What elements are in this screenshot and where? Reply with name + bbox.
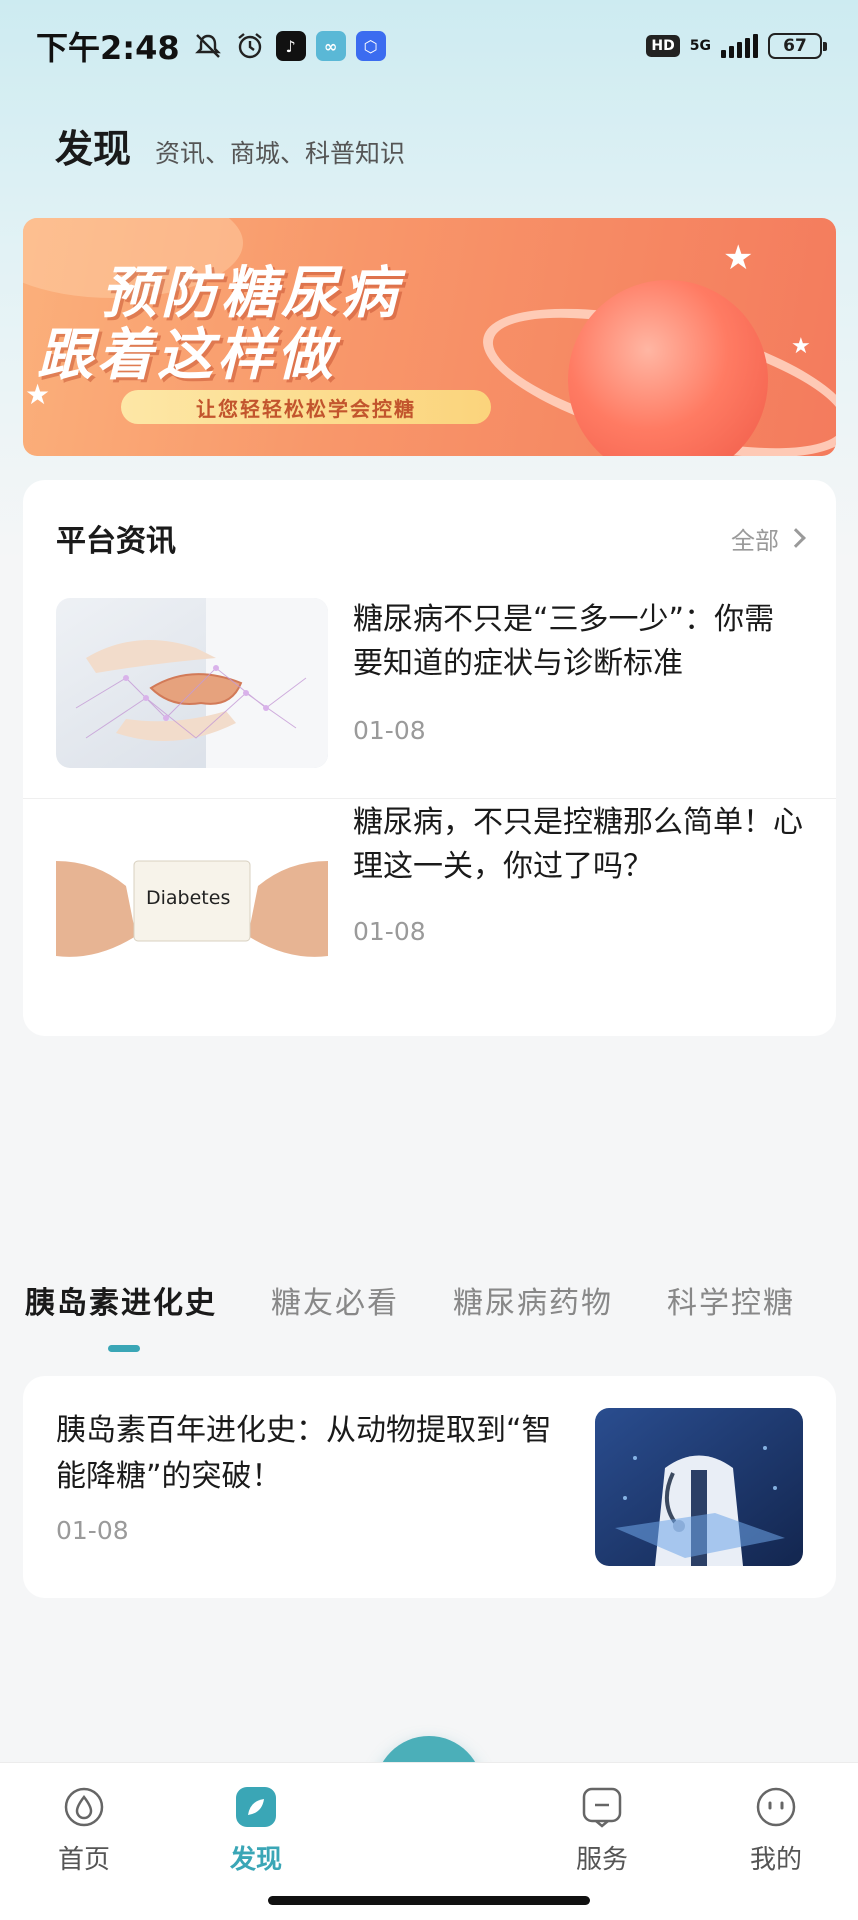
article-thumbnail [595, 1408, 803, 1566]
news-item-title: 糖尿病不只是“三多一少”：你需要知道的症状与诊断标准 [353, 602, 775, 681]
nav-discover[interactable]: 发现 [196, 1785, 316, 1876]
news-thumbnail [56, 598, 328, 768]
star-icon: ★ [791, 334, 811, 359]
article-card[interactable]: 胰岛素百年进化史：从动物提取到“智能降糖”的突破！ 01-08 [23, 1376, 836, 1598]
discover-icon [234, 1785, 278, 1829]
promo-banner[interactable]: ★ ★ ★ 预防糖尿病 跟着这样做 让您轻轻松松学会控糖 [23, 218, 836, 456]
news-item-date: 01-08 [353, 917, 426, 946]
home-indicator [268, 1896, 590, 1905]
nav-discover-label: 发现 [229, 1845, 282, 1875]
star-icon: ★ [723, 238, 754, 278]
tab-insulin-history[interactable]: 胰岛素进化史 [25, 1278, 217, 1322]
signal-icon [721, 34, 758, 58]
nav-service-label: 服务 [575, 1845, 628, 1875]
nav-profile[interactable]: 我的 [716, 1785, 836, 1876]
news-section-title: 平台资讯 [56, 524, 176, 559]
news-list-item[interactable]: Diabetes 糖尿病，不只是控糖那么简单！心理这一关，你过了吗？ 01-08 [23, 798, 836, 1008]
category-tabs: 胰岛素进化史 糖友必看 糖尿病药物 科学控糖 [25, 1278, 858, 1322]
alarm-icon [234, 30, 266, 62]
banner-tagline: 让您轻轻松松学会控糖 [121, 390, 491, 424]
nav-profile-label: 我的 [749, 1845, 802, 1875]
planet-decoration [568, 280, 768, 456]
status-time: 下午2:48 [36, 29, 180, 67]
page-header: 发现 资讯、商城、科普知识 [55, 118, 405, 173]
battery-level: 67 [783, 36, 807, 56]
home-icon [62, 1785, 106, 1829]
news-item-date: 01-08 [353, 716, 426, 745]
active-tab-indicator [108, 1345, 140, 1352]
mute-bell-icon [192, 30, 224, 62]
service-icon [580, 1785, 624, 1829]
page-subtitle: 资讯、商城、科普知识 [155, 139, 406, 168]
nav-service[interactable]: 服务 [542, 1785, 662, 1876]
news-item-title: 糖尿病，不只是控糖那么简单！心理这一关，你过了吗？ [353, 805, 803, 884]
nav-home[interactable]: 首页 [24, 1785, 144, 1876]
news-thumbnail: Diabetes [56, 821, 328, 991]
network-label: 5G [689, 38, 711, 54]
tab-sugar-control[interactable]: 科学控糖 [667, 1278, 795, 1322]
news-header: 平台资讯 全部 [56, 516, 806, 560]
view-all-link[interactable]: 全部 [731, 521, 806, 556]
article-date: 01-08 [56, 1516, 129, 1545]
status-bar: 下午2:48 ♪ ∞ ⬡ HD 5G 67 [0, 0, 858, 92]
page-title: 发现 [55, 127, 132, 171]
tiktok-icon: ♪ [275, 31, 306, 61]
tab-must-read[interactable]: 糖友必看 [271, 1278, 399, 1322]
chevron-right-icon [786, 528, 806, 548]
view-all-label: 全部 [731, 526, 779, 555]
news-list-item[interactable]: 糖尿病不只是“三多一少”：你需要知道的症状与诊断标准 01-08 [23, 598, 836, 808]
profile-icon [754, 1785, 798, 1829]
tab-diabetes-drugs[interactable]: 糖尿病药物 [453, 1278, 613, 1322]
infinity-app-icon: ∞ [315, 31, 346, 61]
hexagon-app-icon: ⬡ [355, 31, 386, 61]
battery-icon: 67 [768, 33, 827, 59]
banner-headline-2: 跟着这样做 [37, 323, 337, 388]
platform-news-card: 平台资讯 全部 糖尿病不只是“三多一少”：你需要知道的症状与诊断标准 01-08… [23, 480, 836, 1036]
nav-home-label: 首页 [57, 1845, 110, 1875]
hd-badge: HD [646, 35, 680, 57]
diabetes-card-label: Diabetes [146, 887, 231, 909]
article-title: 胰岛素百年进化史：从动物提取到“智能降糖”的突破！ [56, 1413, 552, 1494]
